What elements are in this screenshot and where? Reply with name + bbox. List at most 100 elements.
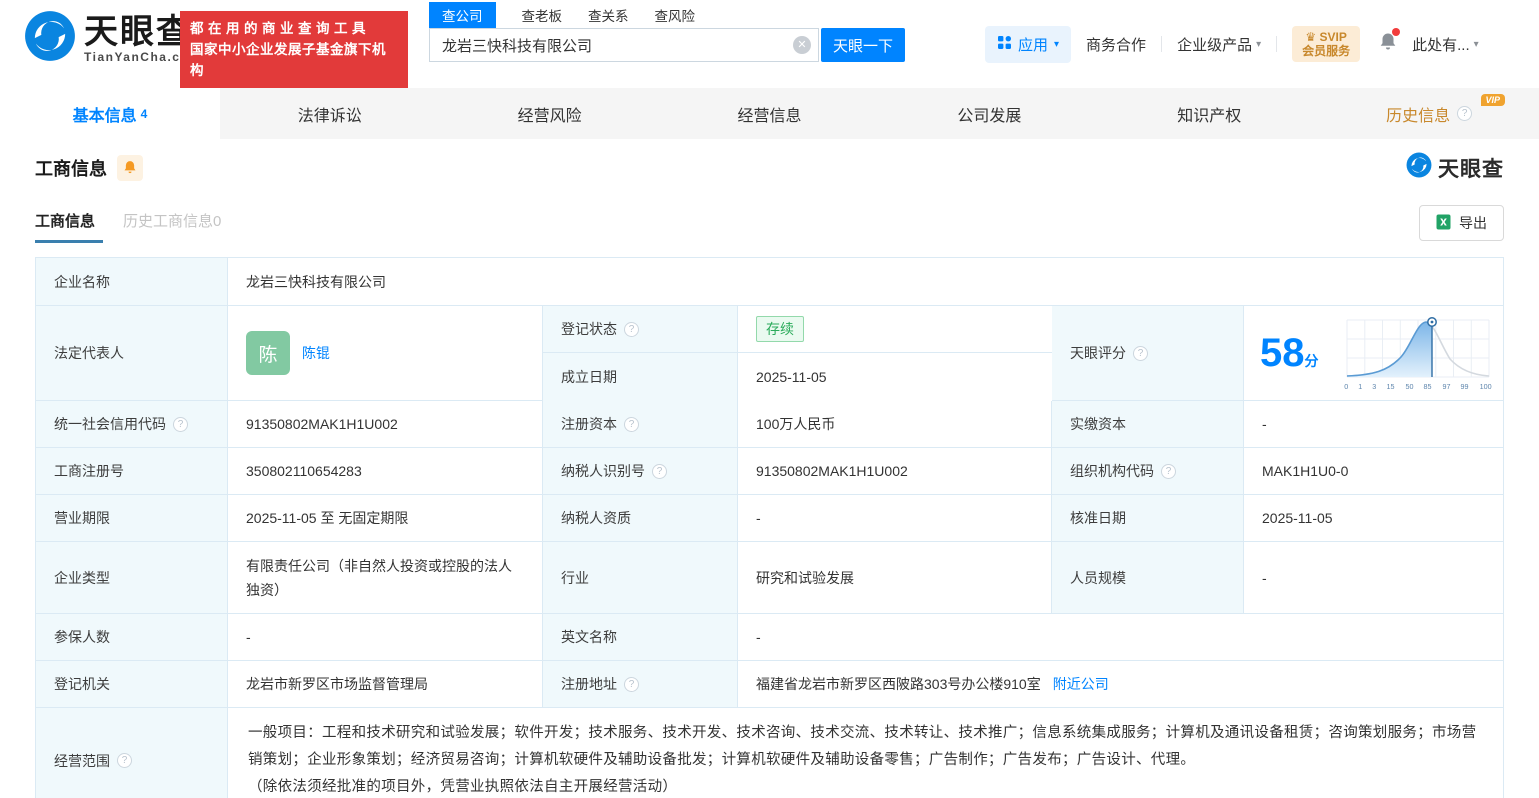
- subtab-history-business-info[interactable]: 历史工商信息0: [123, 210, 221, 243]
- search-tab-relation[interactable]: 查关系: [588, 2, 629, 28]
- top-header: 天眼查 TianYanCha.com 都在用的商业查询工具 国家中小企业发展子基…: [0, 0, 1539, 88]
- subtab-business-info[interactable]: 工商信息: [35, 210, 104, 243]
- score-unit: 分: [1304, 353, 1319, 369]
- business-info-subtabs: 工商信息 历史工商信息0: [35, 210, 221, 243]
- tab-intellectual-property[interactable]: 知识产权: [1099, 88, 1319, 139]
- tianyancha-swirl-icon: [1406, 152, 1432, 183]
- table-row: 营业期限 2025-11-05 至 无固定期限 纳税人资质 - 核准日期 202…: [36, 495, 1503, 542]
- divider: [1161, 36, 1163, 52]
- promo-line2: 国家中小企业发展子基金旗下机构: [190, 42, 386, 78]
- excel-icon: [1436, 214, 1451, 233]
- staff-size-value: -: [1244, 542, 1503, 614]
- tab-label: 公司发展: [957, 107, 1022, 125]
- tab-history-info[interactable]: 历史信息 ? VIP: [1319, 88, 1539, 139]
- tab-label: 法律诉讼: [297, 107, 362, 125]
- chart-x-axis: 01 3 15 50 85 97 99 100: [1344, 382, 1492, 391]
- tab-label: 经营信息: [737, 107, 802, 125]
- notification-bell-icon[interactable]: [1379, 27, 1401, 57]
- field-label: 注册资本 ?: [543, 401, 738, 448]
- export-button[interactable]: 导出: [1419, 205, 1504, 241]
- business-info-table: 企业名称 龙岩三快科技有限公司 法定代表人 陈 陈锟 登记状态 ? 存续 成立日…: [35, 257, 1504, 798]
- field-label: 营业期限: [36, 495, 228, 542]
- field-label: 参保人数: [36, 614, 228, 661]
- tab-operation-info[interactable]: 经营信息: [660, 88, 880, 139]
- chevron-down-icon: ▾: [1054, 38, 1060, 50]
- nav-enterprise-products[interactable]: 企业级产品 ▾: [1177, 34, 1261, 55]
- field-label: 企业类型: [36, 542, 228, 614]
- tab-company-development[interactable]: 公司发展: [879, 88, 1099, 139]
- help-icon[interactable]: ?: [624, 416, 639, 432]
- business-scope-note: （除依法须经批准的项目外，凭营业执照依法自主开展经营活动）: [248, 779, 678, 795]
- help-icon[interactable]: ?: [173, 416, 188, 432]
- tab-label: 历史信息: [1386, 107, 1451, 125]
- help-icon[interactable]: ?: [652, 463, 667, 479]
- tab-operation-risk[interactable]: 经营风险: [440, 88, 660, 139]
- search-tab-boss[interactable]: 查老板: [522, 2, 563, 28]
- search-tab-risk[interactable]: 查风险: [655, 2, 696, 28]
- help-icon[interactable]: ?: [1133, 345, 1148, 361]
- paid-capital-value: -: [1244, 401, 1503, 448]
- help-icon[interactable]: ?: [1457, 106, 1473, 121]
- divider: [1276, 36, 1278, 52]
- field-label: 英文名称: [543, 614, 738, 661]
- industry-value: 研究和试验发展: [738, 542, 1052, 614]
- english-name-value: -: [738, 614, 1503, 661]
- table-row: 经营范围 ? 一般项目：工程和技术研究和试验发展；软件开发；技术服务、技术开发、…: [36, 708, 1503, 798]
- company-name-value: 龙岩三快科技有限公司: [228, 258, 1503, 306]
- tianyancha-watermark: 天眼查: [1406, 152, 1504, 183]
- user-menu-label: 此处有...: [1412, 36, 1470, 54]
- field-label: 人员规模: [1052, 542, 1244, 614]
- table-row: 工商注册号 350802110654283 纳税人识别号 ? 91350802M…: [36, 448, 1503, 495]
- header-nav: 应用 ▾ 商务合作 企业级产品 ▾ ♛ SVIP 会员服务 此处有... ▾: [985, 22, 1479, 66]
- reg-status-label: 登记状态: [561, 321, 617, 337]
- search-input[interactable]: [429, 28, 819, 62]
- help-icon[interactable]: ?: [624, 676, 639, 692]
- org-code-value: MAK1H1U0-0: [1244, 448, 1503, 495]
- reg-address-cell: 福建省龙岩市新罗区西陂路303号办公楼910室 附近公司: [738, 661, 1503, 708]
- section-title: 工商信息: [35, 158, 107, 179]
- search-tab-company[interactable]: 查公司: [429, 2, 496, 28]
- help-icon[interactable]: ?: [1161, 463, 1176, 479]
- clear-search-icon[interactable]: ✕: [793, 36, 811, 54]
- tab-basic-info[interactable]: 基本信息 4: [0, 88, 220, 139]
- svip-membership-badge[interactable]: ♛ SVIP 会员服务: [1292, 26, 1361, 62]
- chevron-down-icon: ▾: [1473, 38, 1479, 50]
- main-content: 工商信息 天眼查 工商信息 历史工商信息0 导出 企业名称 龙岩三快科技有限公司…: [0, 152, 1539, 798]
- company-type-value: 有限责任公司（非自然人投资或控股的法人独资）: [228, 542, 543, 614]
- svip-sublabel: 会员服务: [1302, 44, 1351, 58]
- nav-business-cooperation[interactable]: 商务合作: [1086, 34, 1146, 55]
- svip-label: SVIP: [1319, 30, 1347, 44]
- monitor-bell-icon[interactable]: [117, 154, 143, 181]
- score-cell: 58分 0 1 3 15 50 85 97 99 100: [1244, 306, 1503, 401]
- business-scope-cell: 一般项目：工程和技术研究和试验发展；软件开发；技术服务、技术开发、技术咨询、技术…: [228, 708, 1503, 798]
- tianyancha-logo[interactable]: 天眼查 TianYanCha.com: [24, 10, 201, 67]
- field-label: 成立日期: [543, 353, 738, 401]
- legal-rep-avatar[interactable]: 陈: [246, 331, 290, 375]
- field-label: 工商注册号: [36, 448, 228, 495]
- tab-label: 知识产权: [1177, 107, 1242, 125]
- nested-cell: 登记状态 ? 存续 成立日期 2025-11-05: [543, 306, 1052, 401]
- enterprise-label: 企业级产品: [1177, 36, 1253, 54]
- help-icon[interactable]: ?: [117, 753, 132, 768]
- table-row: 统一社会信用代码 ? 91350802MAK1H1U002 注册资本 ? 100…: [36, 401, 1503, 448]
- score-label: 天眼评分: [1070, 345, 1126, 361]
- user-menu[interactable]: 此处有... ▾: [1412, 34, 1479, 55]
- apps-label: 应用: [1018, 36, 1049, 54]
- apps-grid-icon: [997, 35, 1012, 54]
- approval-date-value: 2025-11-05: [1244, 495, 1503, 542]
- legal-rep-link[interactable]: 陈锟: [302, 343, 330, 363]
- reg-status-cell: 存续: [738, 306, 1052, 353]
- field-label: 企业名称: [36, 258, 228, 306]
- insured-count-value: -: [228, 614, 543, 661]
- table-row: 参保人数 - 英文名称 -: [36, 614, 1503, 661]
- field-label: 纳税人资质: [543, 495, 738, 542]
- field-label: 实缴资本: [1052, 401, 1244, 448]
- nearby-companies-link[interactable]: 附近公司: [1053, 674, 1109, 694]
- field-label: 行业: [543, 542, 738, 614]
- search-button[interactable]: 天眼一下: [821, 28, 905, 62]
- export-label: 导出: [1459, 215, 1487, 231]
- help-icon[interactable]: ?: [624, 321, 639, 337]
- apps-menu[interactable]: 应用 ▾: [985, 25, 1072, 63]
- tab-legal-proceedings[interactable]: 法律诉讼: [220, 88, 440, 139]
- reg-number-value: 350802110654283: [228, 448, 543, 495]
